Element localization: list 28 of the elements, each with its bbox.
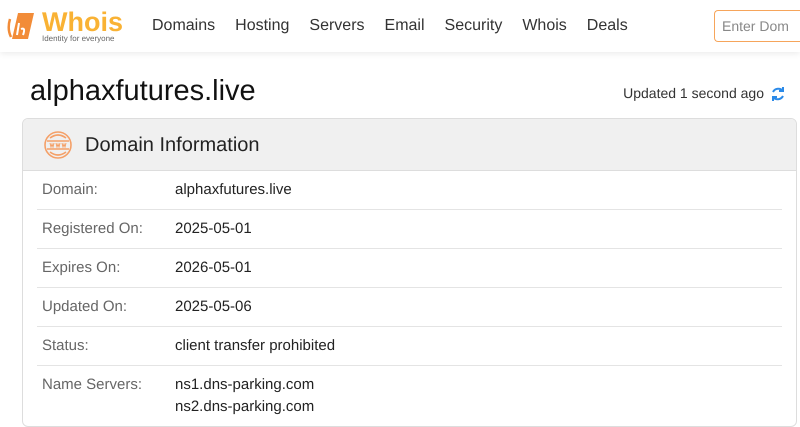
nav-link[interactable]: Security xyxy=(444,14,502,38)
www-globe-icon xyxy=(43,130,73,160)
field-value: 2025-05-06 xyxy=(175,297,252,317)
field-label: Status: xyxy=(41,336,90,356)
field-value: alphaxfutures.live xyxy=(175,180,292,200)
field-value: 2026-05-01 xyxy=(175,258,252,278)
logo-tagline: Identity for everyone xyxy=(42,35,116,43)
page-title: alphaxfutures.live xyxy=(29,74,256,108)
field-label: Expires On: xyxy=(41,258,122,278)
field-label: Name Servers: xyxy=(41,375,144,395)
field-label: Updated On: xyxy=(41,297,128,317)
domain-search-field[interactable]: Enter Dom xyxy=(714,10,800,42)
updated-text: Updated 1 second ago xyxy=(623,84,764,103)
nav-link[interactable]: Whois xyxy=(522,14,567,38)
logo-wordmark: Whois xyxy=(42,9,123,35)
field-value: ns2.dns-parking.com xyxy=(175,397,314,417)
nav-link[interactable]: Servers xyxy=(309,14,365,38)
nav-link[interactable]: Domains xyxy=(152,14,216,38)
field-value: ns1.dns-parking.com xyxy=(175,375,314,395)
field-label: Domain: xyxy=(41,180,99,200)
nav-link[interactable]: Email xyxy=(384,14,425,38)
field-label: Registered On: xyxy=(41,219,144,239)
nav-link[interactable]: Deals xyxy=(586,14,628,38)
card-title: Domain Information xyxy=(85,132,260,158)
field-value: client transfer prohibited xyxy=(175,336,336,356)
nav-link[interactable]: Hosting xyxy=(235,14,290,38)
field-value: 2025-05-01 xyxy=(175,219,252,239)
refresh-icon[interactable] xyxy=(770,86,786,102)
